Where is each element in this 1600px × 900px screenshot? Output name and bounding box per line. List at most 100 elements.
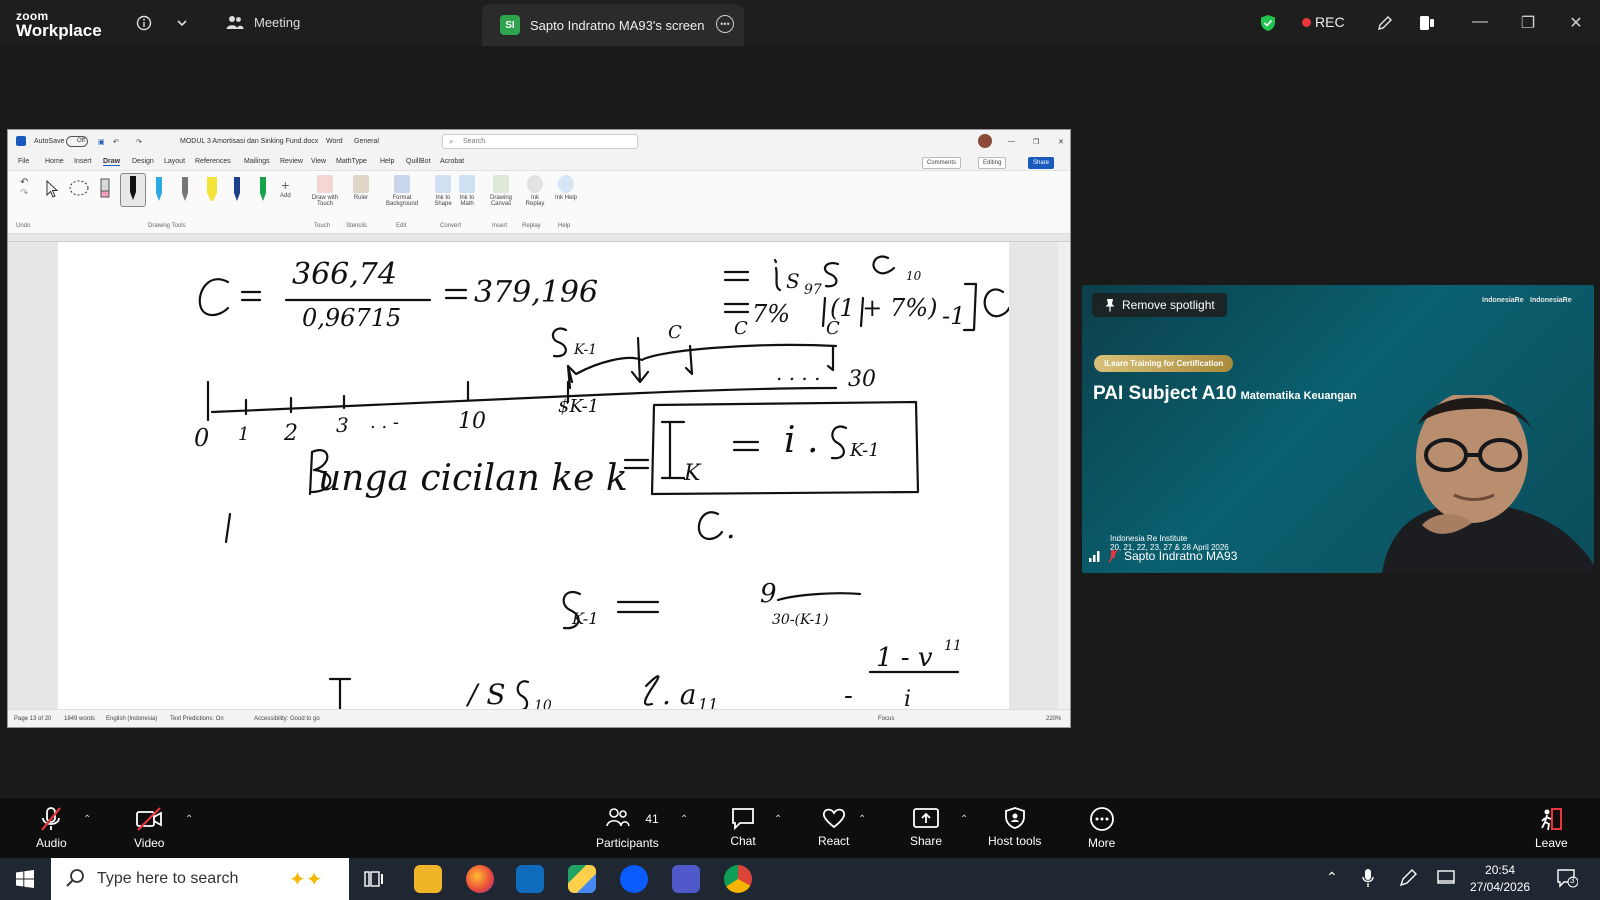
show-hidden-icons-caret[interactable]: ⌃ [1326,869,1338,886]
menu-tab-acrobat[interactable]: Acrobat [440,158,464,165]
ink-replay-button[interactable]: Ink Replay [522,175,548,207]
menu-tab-file[interactable]: File [18,158,29,165]
ink-to-shape-button[interactable]: Ink to Shape [432,175,454,207]
chevron-down-icon[interactable] [171,12,193,34]
leave-button[interactable]: Leave [1535,806,1568,850]
word-minimize-icon[interactable]: — [1008,138,1015,145]
ink-to-math-button[interactable]: Ink to Math [456,175,478,207]
annotate-pencil-icon[interactable] [1374,12,1396,34]
zoom-app-icon[interactable] [620,865,648,893]
speaker-video-tile[interactable]: Remove spotlight IndonesiaRe IndonesiaRe… [1082,285,1594,573]
share-screen-button[interactable]: Share [910,806,942,848]
menu-tab-mathtype[interactable]: MathType [336,158,367,165]
comments-button[interactable]: Comments [922,157,962,169]
audio-options-caret[interactable]: ⌃ [83,814,91,825]
undo-button[interactable]: ↶ ↷ [20,177,28,199]
display-icon[interactable] [1436,869,1456,892]
black-pen-tool[interactable] [120,173,146,207]
firefox-icon[interactable] [466,865,494,893]
menu-tab-design[interactable]: Design [132,158,154,165]
blue-pen-tool[interactable] [152,175,166,205]
word-close-icon[interactable]: ✕ [1058,138,1064,146]
teams-icon[interactable] [672,865,700,893]
file-explorer-icon[interactable] [414,865,442,893]
language-status[interactable]: English (Indonesia) [106,716,157,722]
navy-pen-tool[interactable] [230,175,244,205]
share-button[interactable]: Share [1028,157,1055,169]
ruler-button[interactable]: Ruler [348,175,374,201]
focus-button[interactable]: Focus [878,716,894,722]
participants-button[interactable]: 41 Participants [596,806,659,850]
react-options-caret[interactable]: ⌃ [858,814,866,825]
format-background-button[interactable]: Format Background [380,175,424,207]
audio-button[interactable]: Audio [36,806,67,850]
undo-icon[interactable]: ↶ [113,138,119,146]
pen-input-icon[interactable] [1398,868,1418,893]
editing-button[interactable]: Editing [978,157,1007,169]
document-page[interactable]: 366,74 0,96715 379,196 S 97 10 7% (1 + 7… [58,242,1009,711]
windows-start-icon[interactable] [16,870,34,893]
chat-button[interactable]: Chat [730,806,756,848]
drawing-canvas-button[interactable]: Drawing Canvas [486,175,516,207]
select-tool-icon[interactable] [44,179,60,201]
more-button[interactable]: More [1088,806,1115,850]
vertical-scrollbar[interactable] [1058,242,1070,711]
react-button[interactable]: React [818,806,849,848]
gray-pen-tool[interactable] [178,175,192,205]
sensitivity-label[interactable]: General [354,138,379,145]
chat-options-caret[interactable]: ⌃ [774,814,782,825]
menu-tab-view[interactable]: View [311,158,326,165]
meeting-tab[interactable]: Meeting [226,14,300,30]
more-options-icon[interactable]: ••• [716,15,734,33]
menu-tab-draw[interactable]: Draw [103,158,121,166]
eraser-tool-icon[interactable] [98,177,112,203]
info-icon[interactable] [133,12,155,34]
add-pen-button[interactable]: + Add [280,177,291,199]
share-options-caret[interactable]: ⌃ [960,814,968,825]
avatar[interactable] [978,134,992,148]
accessibility-status[interactable]: Accessibility: Good to go [254,716,320,722]
minimize-icon[interactable]: — [1470,13,1490,31]
participants-options-caret[interactable]: ⌃ [680,814,688,825]
security-shield-icon[interactable] [1257,12,1279,34]
green-pen-tool[interactable] [256,175,270,205]
menu-tab-insert[interactable]: Insert [74,158,92,165]
lasso-tool-icon[interactable] [68,179,90,201]
menu-tab-review[interactable]: Review [280,158,303,165]
word-count[interactable]: 1849 words [64,716,95,722]
zoom-level[interactable]: 220% [1046,716,1061,722]
close-icon[interactable]: ✕ [1566,13,1586,33]
autosave-toggle[interactable]: Off [66,136,88,147]
recording-indicator[interactable]: REC [1302,14,1345,30]
shared-screen-tab[interactable]: SI Sapto Indratno MA93's screen ••• [482,4,744,46]
yellow-highlighter-tool[interactable] [204,175,220,205]
ink-help-button[interactable]: Ink Help [554,175,578,201]
task-view-icon[interactable] [364,870,384,893]
redo-icon[interactable]: ↷ [136,138,142,146]
google-drive-icon[interactable] [568,865,596,893]
text-predictions-status[interactable]: Text Predictions: On [170,716,224,722]
notification-center-icon[interactable]: 3 [1556,868,1579,893]
save-icon[interactable]: ▣ [98,138,105,146]
system-clock[interactable]: 20:54 27/04/2026 [1470,862,1530,896]
word-restore-icon[interactable]: ❐ [1033,138,1039,146]
draw-with-touch-button[interactable]: Draw with Touch [308,175,342,207]
outlook-icon[interactable] [516,865,544,893]
menu-tab-home[interactable]: Home [45,158,64,165]
menu-tab-quillbot[interactable]: QuillBot [406,158,431,165]
taskbar-search-box[interactable]: Type here to search ✦✦ [51,858,349,900]
restore-icon[interactable]: ❐ [1518,13,1538,33]
microphone-icon[interactable] [1362,868,1374,893]
menu-tab-mailings[interactable]: Mailings [244,158,270,165]
video-options-caret[interactable]: ⌃ [185,814,193,825]
video-button[interactable]: Video [134,806,164,850]
remove-spotlight-button[interactable]: Remove spotlight [1092,293,1227,317]
host-tools-button[interactable]: Host tools [988,806,1041,848]
page-count[interactable]: Page 13 of 20 [14,716,51,722]
view-layout-icon[interactable] [1416,12,1438,34]
chrome-icon[interactable] [724,865,752,893]
word-search-box[interactable]: ⌕ Search [442,134,638,149]
menu-tab-references[interactable]: References [195,158,231,165]
menu-tab-help[interactable]: Help [380,158,394,165]
menu-tab-layout[interactable]: Layout [164,158,185,165]
